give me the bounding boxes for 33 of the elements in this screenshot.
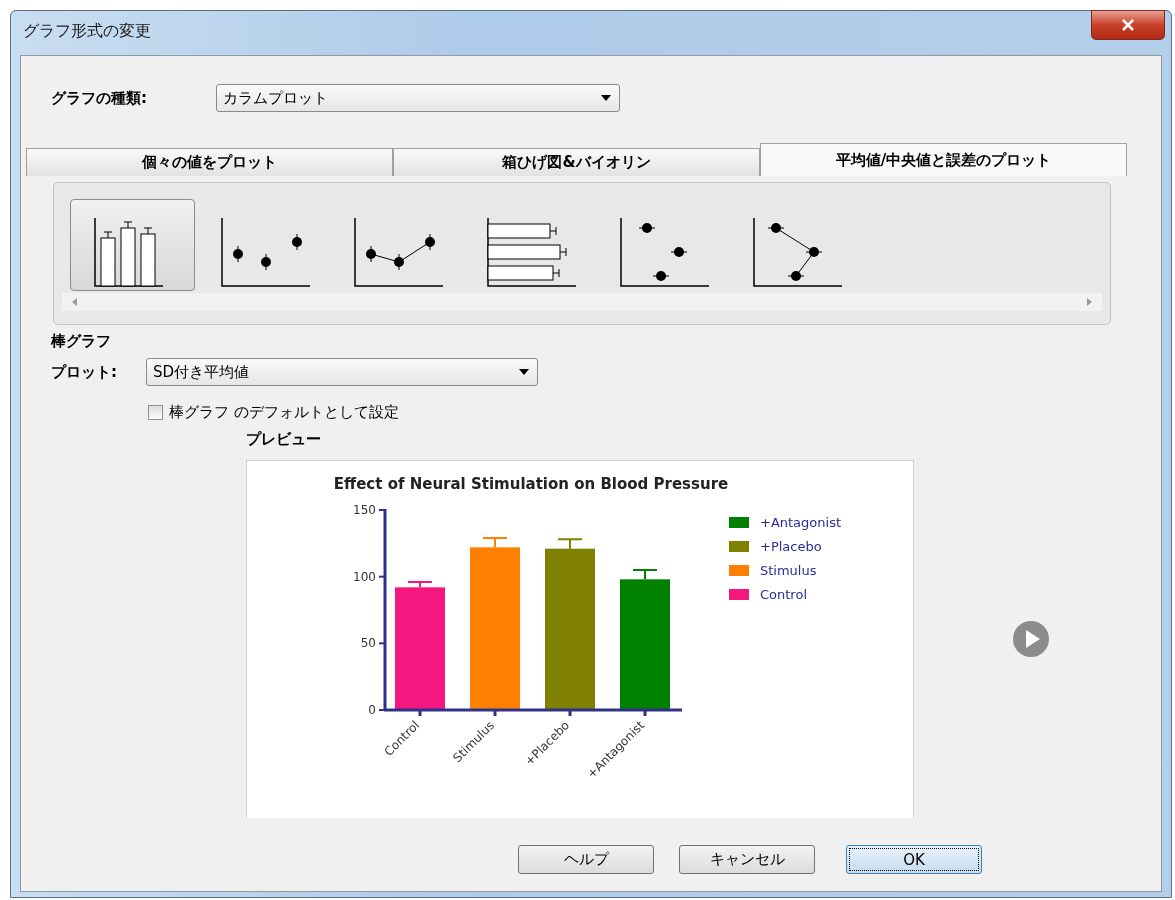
y-tick-label: 100 xyxy=(353,569,376,584)
scroll-right-icon[interactable] xyxy=(1086,298,1092,306)
graph-type-label: グラフの種類: xyxy=(51,88,148,108)
legend-label: +Antagonist xyxy=(760,515,841,530)
checkbox-label: 棒グラフ のデフォルトとして設定 xyxy=(169,402,399,422)
play-button[interactable] xyxy=(1012,620,1050,658)
close-button[interactable] xyxy=(1091,10,1165,40)
plot-label: プロット: xyxy=(51,362,118,382)
window-title: グラフ形式の変更 xyxy=(23,21,151,42)
dialog-button[interactable]: キャンセル xyxy=(679,845,815,874)
dialog-button[interactable]: ヘルプ xyxy=(518,845,654,874)
y-tick-label: 0 xyxy=(368,703,376,717)
tab[interactable]: 個々の値をプロット xyxy=(26,148,393,176)
checkbox[interactable] xyxy=(148,404,163,420)
scrollbar[interactable] xyxy=(62,293,1102,311)
legend-label: Control xyxy=(760,587,807,602)
preview-label: プレビュー xyxy=(246,430,322,450)
y-tick-label: 150 xyxy=(353,503,376,517)
plot-type-option[interactable] xyxy=(70,199,195,291)
section-title: 棒グラフ xyxy=(51,332,112,352)
tab[interactable]: 箱ひげ図&バイオリン xyxy=(393,148,760,176)
caret-icon xyxy=(601,95,611,101)
chart-title: Effect of Neural Stimulation on Blood Pressure xyxy=(333,475,729,493)
legend-label: Stimulus xyxy=(760,563,817,578)
graph-type-dropdown[interactable]: カラムプロット xyxy=(216,84,620,112)
tab[interactable]: 平均値/中央値と誤差のプロット xyxy=(760,143,1127,176)
scroll-left-icon[interactable] xyxy=(72,298,78,306)
legend-label: +Placebo xyxy=(760,539,822,554)
close-icon xyxy=(1121,19,1135,31)
dialog-button[interactable]: OK xyxy=(846,845,982,874)
plot-dropdown[interactable]: SD付き平均値 xyxy=(146,358,538,386)
caret-icon xyxy=(519,369,529,375)
y-tick-label: 50 xyxy=(360,636,376,651)
